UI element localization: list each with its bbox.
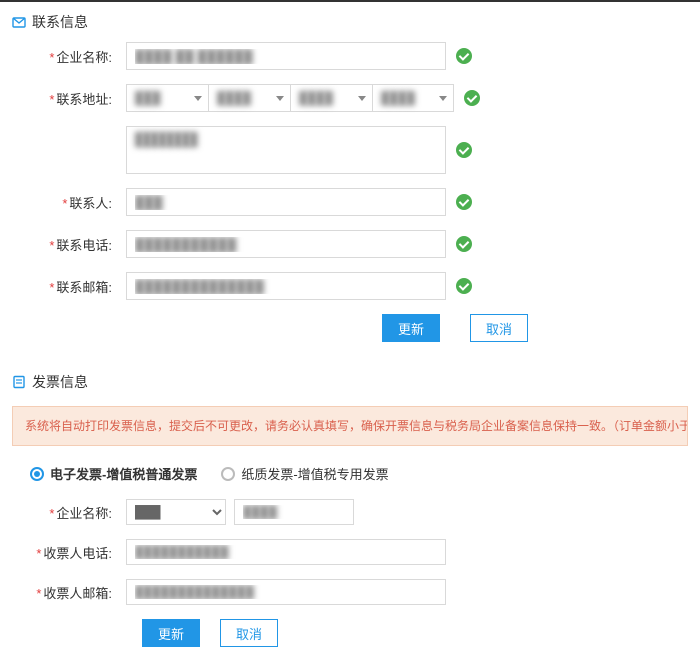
chevron-down-icon [194, 96, 202, 101]
invoice-company-label: 企业名称: [22, 503, 112, 522]
radio-paper[interactable]: 纸质发票-增值税专用发票 [221, 464, 388, 483]
chevron-down-icon [439, 96, 447, 101]
cascader-level-1[interactable]: ███ [126, 84, 208, 112]
invoice-section: 发票信息 系统将自动打印发票信息，提交后不可更改，请务必认真填写，确保开票信息与… [0, 362, 700, 667]
valid-icon [456, 142, 472, 158]
contact-person-label: 联系人: [22, 193, 112, 212]
invoice-cancel-button[interactable]: 取消 [220, 619, 278, 647]
address-cascader: ███ ████ ████ ████ [126, 84, 454, 112]
valid-icon [456, 236, 472, 252]
contact-button-row: 更新 取消 [22, 314, 678, 342]
contact-section-header: 联系信息 [12, 10, 688, 42]
invoice-company-extra-input[interactable] [234, 499, 354, 525]
address-row: 联系地址: ███ ████ ████ ████ [22, 84, 678, 112]
valid-icon [464, 90, 480, 106]
invoice-update-button[interactable]: 更新 [142, 619, 200, 647]
radio-paper-label: 纸质发票-增值税专用发票 [241, 464, 388, 483]
invoice-email-label: 收票人邮箱: [22, 583, 112, 602]
address-detail-row [22, 126, 678, 174]
address-label: 联系地址: [22, 89, 112, 108]
contact-icon [12, 15, 26, 29]
contact-person-row: 联系人: [22, 188, 678, 216]
invoice-icon [12, 375, 26, 389]
valid-icon [456, 194, 472, 210]
invoice-email-input[interactable] [126, 579, 446, 605]
cascader-level-4[interactable]: ████ [372, 84, 454, 112]
contact-person-input[interactable] [126, 188, 446, 216]
invoice-company-select[interactable]: ███ [126, 499, 226, 525]
invoice-button-row: 更新 取消 [22, 619, 678, 647]
contact-section: 联系信息 企业名称: 联系地址: ███ ████ ████ ████ 联系人: [0, 2, 700, 362]
invoice-phone-row: 收票人电话: [22, 539, 678, 565]
contact-email-input[interactable] [126, 272, 446, 300]
invoice-form: 企业名称: ███ 收票人电话: 收票人邮箱: 更新 取消 [12, 499, 688, 667]
contact-form: 企业名称: 联系地址: ███ ████ ████ ████ 联系人: [12, 42, 688, 362]
radio-electronic[interactable]: 电子发票-增值税普通发票 [30, 464, 197, 483]
invoice-email-row: 收票人邮箱: [22, 579, 678, 605]
invoice-section-title: 发票信息 [32, 372, 88, 392]
invoice-phone-input[interactable] [126, 539, 446, 565]
valid-icon [456, 278, 472, 294]
cascader-level-3[interactable]: ████ [290, 84, 372, 112]
radio-electronic-label: 电子发票-增值税普通发票 [50, 464, 197, 483]
contact-update-button[interactable]: 更新 [382, 314, 440, 342]
company-label: 企业名称: [22, 47, 112, 66]
cascader-level-2[interactable]: ████ [208, 84, 290, 112]
contact-phone-input[interactable] [126, 230, 446, 258]
invoice-section-header: 发票信息 [12, 370, 688, 402]
invoice-company-row: 企业名称: ███ [22, 499, 678, 525]
radio-icon [221, 467, 235, 481]
contact-phone-label: 联系电话: [22, 235, 112, 254]
company-input[interactable] [126, 42, 446, 70]
contact-cancel-button[interactable]: 取消 [470, 314, 528, 342]
chevron-down-icon [276, 96, 284, 101]
contact-email-label: 联系邮箱: [22, 277, 112, 296]
contact-email-row: 联系邮箱: [22, 272, 678, 300]
contact-phone-row: 联系电话: [22, 230, 678, 258]
company-row: 企业名称: [22, 42, 678, 70]
address-detail-input[interactable] [126, 126, 446, 174]
invoice-phone-label: 收票人电话: [22, 543, 112, 562]
invoice-type-radios: 电子发票-增值税普通发票 纸质发票-增值税专用发票 [30, 464, 688, 483]
chevron-down-icon [358, 96, 366, 101]
invoice-alert: 系统将自动打印发票信息，提交后不可更改，请务必认真填写，确保开票信息与税务局企业… [12, 406, 688, 446]
valid-icon [456, 48, 472, 64]
contact-section-title: 联系信息 [32, 12, 88, 32]
radio-icon [30, 467, 44, 481]
